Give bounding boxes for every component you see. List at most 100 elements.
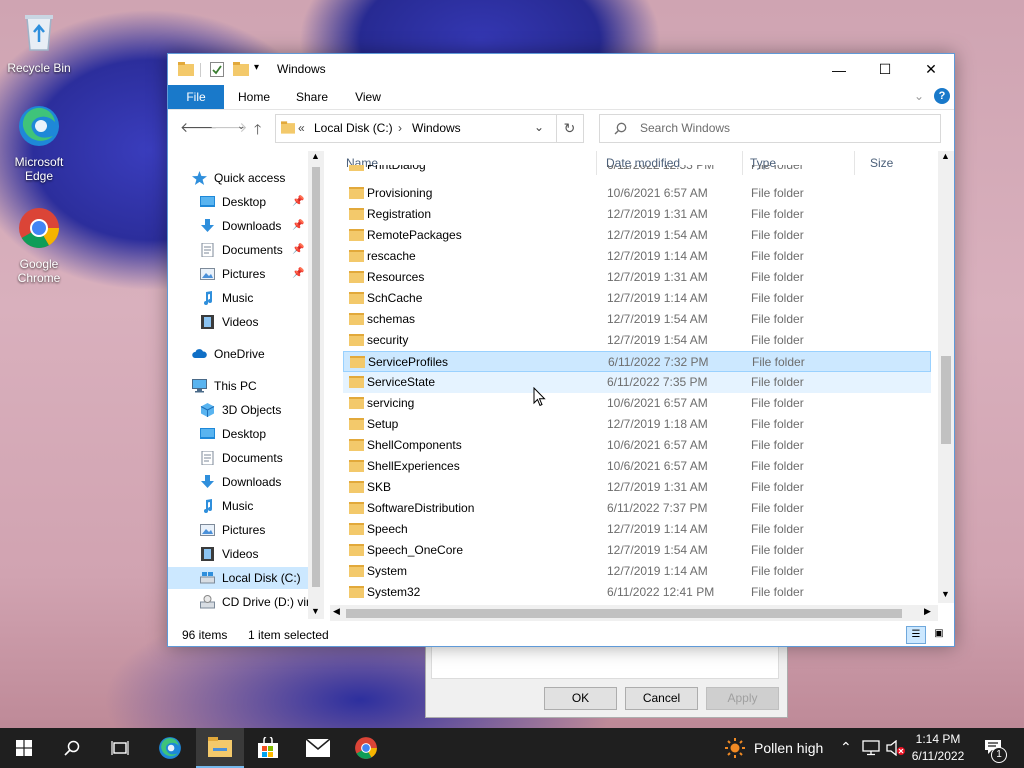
- table-row[interactable]: Speech 12/7/2019 1:14 AM File folder: [343, 519, 931, 540]
- show-hidden-icons-chevron-icon[interactable]: ⌃: [840, 739, 852, 756]
- address-bar[interactable]: « Local Disk (C:) › Windows ⌄: [275, 114, 557, 143]
- volume-muted-icon[interactable]: [886, 740, 906, 756]
- search-button[interactable]: [48, 728, 96, 768]
- search-box[interactable]: Search Windows: [599, 114, 941, 143]
- desktop-icon-recycle-bin[interactable]: Recycle Bin: [4, 10, 74, 75]
- sidebar-item-local-disk[interactable]: Local Disk (C:): [168, 567, 308, 589]
- sidebar-item-quick-access[interactable]: Quick access: [168, 167, 308, 189]
- taskbar-store[interactable]: [244, 728, 292, 768]
- expand-ribbon-chevron-icon[interactable]: ⌄: [914, 89, 924, 103]
- table-row[interactable]: servicing 10/6/2021 6:57 AM File folder: [343, 393, 931, 414]
- sidebar-item-desktop[interactable]: Desktop 📌: [168, 191, 308, 213]
- vertical-scroll-thumb[interactable]: [941, 356, 951, 444]
- details-view-icon[interactable]: ☰: [906, 626, 926, 644]
- sidebar-item-pictures[interactable]: Pictures 📌: [168, 263, 308, 285]
- table-row[interactable]: Speech_OneCore 12/7/2019 1:54 AM File fold…: [343, 540, 931, 561]
- tab-file[interactable]: File: [168, 85, 224, 109]
- horizontal-scroll-thumb[interactable]: [346, 609, 902, 618]
- maximize-button[interactable]: ☐: [862, 54, 908, 85]
- scroll-left-icon[interactable]: ◀: [333, 606, 340, 617]
- desktop-icon-chrome[interactable]: Google Chrome: [4, 206, 74, 285]
- pin-icon[interactable]: 📌: [292, 263, 304, 285]
- pin-icon[interactable]: 📌: [292, 191, 304, 213]
- address-history-chevron-icon[interactable]: ⌄: [534, 120, 544, 134]
- table-row[interactable]: SoftwareDistribution 6/11/2022 7:37 PM Fil…: [343, 498, 931, 519]
- taskbar-chrome[interactable]: [342, 728, 390, 768]
- pin-icon[interactable]: 📌: [292, 239, 304, 261]
- file-list-vertical-scrollbar[interactable]: ▲ ▼: [938, 151, 954, 603]
- refresh-button[interactable]: ↻: [556, 114, 584, 143]
- table-row[interactable]: System32 6/11/2022 12:41 PM File folder: [343, 582, 931, 603]
- table-row-selected[interactable]: ServiceProfiles 6/11/2022 7:32 PM File fol…: [343, 351, 931, 372]
- notification-center-button[interactable]: 1: [980, 728, 1020, 768]
- taskbar-file-explorer[interactable]: [196, 728, 244, 768]
- clock[interactable]: 1:14 PM 6/11/2022: [905, 731, 971, 765]
- table-row[interactable]: Resources 12/7/2019 1:31 AM File folder: [343, 267, 931, 288]
- tab-view[interactable]: View: [344, 85, 392, 109]
- taskbar-edge[interactable]: [146, 728, 194, 768]
- tab-home[interactable]: Home: [230, 85, 278, 109]
- properties-check-icon[interactable]: [210, 62, 224, 77]
- table-row[interactable]: ShellComponents 10/6/2021 6:57 AM File fol…: [343, 435, 931, 456]
- sidebar-item-onedrive[interactable]: OneDrive: [168, 343, 308, 365]
- cancel-button[interactable]: Cancel: [625, 687, 698, 710]
- task-view-button[interactable]: [96, 728, 144, 768]
- apply-button[interactable]: Apply: [706, 687, 779, 710]
- sidebar-item-videos[interactable]: Videos: [168, 311, 308, 333]
- breadcrumb-separator-icon[interactable]: ›: [398, 121, 402, 135]
- desktop-icon-edge[interactable]: Microsoft Edge: [4, 104, 74, 183]
- table-row[interactable]: security 12/7/2019 1:54 AM File folder: [343, 330, 931, 351]
- sidebar-item-cd-drive[interactable]: CD Drive (D:) virt: [168, 591, 313, 613]
- table-row[interactable]: Setup 12/7/2019 1:18 AM File folder: [343, 414, 931, 435]
- taskbar-mail[interactable]: [294, 728, 342, 768]
- weather-widget[interactable]: Pollen high: [724, 728, 823, 768]
- table-row[interactable]: rescache 12/7/2019 1:14 AM File folder: [343, 246, 931, 267]
- table-row[interactable]: RemotePackages 12/7/2019 1:54 AM File fold…: [343, 225, 931, 246]
- table-row[interactable]: Provisioning 10/6/2021 6:57 AM File folder: [343, 183, 931, 204]
- up-arrow-icon[interactable]: 🡑: [254, 119, 261, 143]
- close-button[interactable]: ✕: [908, 54, 954, 85]
- sidebar-scroll-thumb[interactable]: [312, 167, 320, 587]
- table-row[interactable]: System 12/7/2019 1:14 AM File folder: [343, 561, 931, 582]
- scroll-down-icon[interactable]: ▼: [311, 606, 320, 616]
- sidebar-item-downloads[interactable]: Downloads 📌: [168, 215, 308, 237]
- help-icon[interactable]: ?: [934, 88, 950, 104]
- table-row[interactable]: ShellExperiences 10/6/2021 6:57 AM File fo…: [343, 456, 931, 477]
- pin-icon[interactable]: 📌: [292, 215, 304, 237]
- table-row-hovered[interactable]: ServiceState 6/11/2022 7:35 PM File folder: [343, 372, 931, 393]
- file-list-horizontal-scrollbar[interactable]: ◀ ▶: [330, 605, 938, 621]
- large-icons-view-icon[interactable]: ▣: [930, 626, 948, 642]
- breadcrumb-local-disk[interactable]: Local Disk (C:): [314, 121, 393, 135]
- sidebar-scrollbar[interactable]: ▲ ▼: [308, 151, 324, 619]
- table-row[interactable]: SKB 12/7/2019 1:31 AM File folder: [343, 477, 931, 498]
- recent-locations-chevron-icon[interactable]: ⌄: [237, 121, 245, 132]
- sidebar-item-desktop-pc[interactable]: Desktop: [168, 423, 308, 445]
- sidebar-item-music-pc[interactable]: Music: [168, 495, 308, 517]
- scroll-up-icon[interactable]: ▲: [941, 151, 950, 161]
- scroll-up-icon[interactable]: ▲: [311, 151, 320, 161]
- start-button[interactable]: [0, 728, 48, 768]
- table-row[interactable]: schemas 12/7/2019 1:54 AM File folder: [343, 309, 931, 330]
- minimize-button[interactable]: —: [816, 54, 862, 85]
- table-row[interactable]: PrintDialog 6/11/2022 12:53 PM File folder: [343, 165, 931, 179]
- sidebar-item-documents[interactable]: Documents 📌: [168, 239, 308, 261]
- title-bar[interactable]: ▾ Windows — ☐ ✕: [168, 54, 954, 85]
- scroll-right-icon[interactable]: ▶: [924, 606, 931, 617]
- sidebar-item-videos-pc[interactable]: Videos: [168, 543, 308, 565]
- table-row[interactable]: SchCache 12/7/2019 1:14 AM File folder: [343, 288, 931, 309]
- network-icon[interactable]: [862, 740, 880, 756]
- sidebar-item-pictures-pc[interactable]: Pictures: [168, 519, 308, 541]
- new-folder-icon[interactable]: [233, 62, 249, 76]
- tab-share[interactable]: Share: [286, 85, 338, 109]
- sidebar-item-music[interactable]: Music: [168, 287, 308, 309]
- sidebar-item-this-pc[interactable]: This PC: [168, 375, 308, 397]
- sidebar-item-downloads-pc[interactable]: Downloads: [168, 471, 308, 493]
- customize-toolbar-chevron-icon[interactable]: ▾: [254, 62, 259, 73]
- scroll-down-icon[interactable]: ▼: [941, 589, 950, 599]
- breadcrumb-overflow[interactable]: «: [298, 121, 305, 135]
- sidebar-item-3d-objects[interactable]: 3D Objects: [168, 399, 308, 421]
- search-input[interactable]: Search Windows: [640, 121, 730, 135]
- table-row[interactable]: Registration 12/7/2019 1:31 AM File folder: [343, 204, 931, 225]
- breadcrumb-windows[interactable]: Windows: [412, 121, 461, 135]
- ok-button[interactable]: OK: [544, 687, 617, 710]
